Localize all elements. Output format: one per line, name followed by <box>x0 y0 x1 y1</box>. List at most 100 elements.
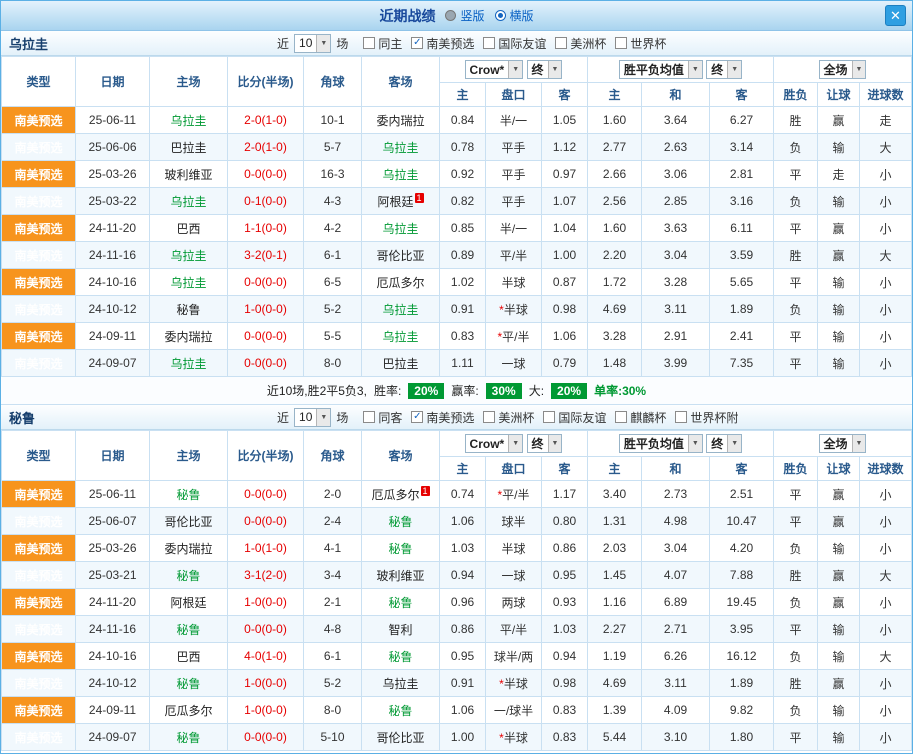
recent-count-select[interactable]: 10 ▼ <box>294 33 332 53</box>
europe-odds-time-select[interactable]: 终 ▼ <box>706 60 743 79</box>
match-type-cell: 南美预选 <box>1 615 76 643</box>
home-team-cell: 巴西 <box>149 642 228 670</box>
handicap-cell: 两球 <box>485 588 542 616</box>
competition-checkbox[interactable]: 同客 <box>363 409 402 426</box>
unchecked-checkbox-icon[interactable] <box>675 411 688 423</box>
unchecked-checkbox-icon[interactable] <box>483 411 496 423</box>
europe-odds-select[interactable]: 胜平负均值 ▼ <box>618 60 703 79</box>
home-team-cell: 秘鲁 <box>149 669 228 697</box>
competition-checkbox[interactable]: 同主 <box>363 35 402 52</box>
match-type-cell: 南美预选 <box>1 349 76 377</box>
recent-count-select[interactable]: 10 ▼ <box>294 407 332 427</box>
corner-cell: 8-0 <box>303 349 362 377</box>
checkbox-label: 同主 <box>378 36 403 51</box>
draw-odds-cell: 4.09 <box>641 696 711 724</box>
score-cell: 1-1(0-0) <box>227 214 304 242</box>
checkbox-label: 麒麟杯 <box>630 410 667 425</box>
result-cell: 负 <box>773 642 819 670</box>
asia-away-odds-cell: 0.97 <box>540 160 589 188</box>
bookmaker-select[interactable]: Crow* ▼ <box>464 434 524 454</box>
goals-result-cell: 小 <box>859 723 912 751</box>
checkbox-label: 国际友谊 <box>558 410 607 425</box>
chevron-down-icon: ▼ <box>316 34 331 52</box>
col-score: 比分(半场) <box>227 56 304 107</box>
competition-checkbox[interactable]: 国际友谊 <box>483 35 546 52</box>
match-type-cell: 南美预选 <box>1 534 76 562</box>
recent-count-value: 10 <box>299 36 313 50</box>
handicap-cell: *平/半 <box>485 480 542 508</box>
home-team-cell: 玻利维亚 <box>149 160 228 188</box>
result-cell: 平 <box>773 268 819 296</box>
summary-win-pct-badge: 20% <box>408 382 445 399</box>
competition-checkbox[interactable]: ✓ 南美预选 <box>411 35 474 52</box>
close-button[interactable]: ✕ <box>885 5 906 26</box>
result-cell: 胜 <box>773 106 819 134</box>
asia-home-odds-cell: 1.02 <box>439 268 486 296</box>
asian-odds-time-select[interactable]: 终 ▼ <box>526 433 563 453</box>
handicap-star: * <box>497 329 503 344</box>
match-row: 南美预选 24-09-11 委内瑞拉 0-0(0-0) 5-5 乌拉圭 0.83 *平/半 1.… <box>1 322 912 350</box>
asia-home-odds-cell: 1.06 <box>439 507 486 535</box>
match-type-cell: 南美预选 <box>1 160 76 188</box>
score-cell: 1-0(1-0) <box>227 534 304 562</box>
scope-select[interactable]: 全场 ▼ <box>818 60 867 79</box>
team-name: 乌拉圭 <box>170 275 207 290</box>
competition-checkbox[interactable]: 世界杯附 <box>675 409 738 426</box>
corner-cell: 4-8 <box>303 615 362 643</box>
draw-odds-cell: 3.63 <box>641 214 711 242</box>
draw-odds-cell: 3.11 <box>641 669 711 697</box>
scope-select[interactable]: 全场 ▼ <box>818 434 867 453</box>
home-team-cell: 乌拉圭 <box>149 187 228 215</box>
draw-odds-cell: 2.71 <box>641 615 711 643</box>
unchecked-checkbox-icon[interactable] <box>615 37 628 49</box>
asia-home-odds-cell: 0.94 <box>439 561 486 589</box>
chevron-down-icon: ▼ <box>851 435 866 452</box>
radio-unselected-icon[interactable] <box>445 10 457 21</box>
radio-selected-icon[interactable] <box>494 10 506 21</box>
competition-checkbox[interactable]: 麒麟杯 <box>615 409 666 426</box>
summary-big-pct-badge: 20% <box>551 382 588 399</box>
europe-odds-time-select[interactable]: 终 ▼ <box>706 434 743 453</box>
handicap-result-cell: 输 <box>817 696 861 724</box>
win-odds-cell: 1.39 <box>587 696 643 724</box>
draw-odds-cell: 2.85 <box>641 187 711 215</box>
unchecked-checkbox-icon[interactable] <box>543 411 556 423</box>
unchecked-checkbox-icon[interactable] <box>615 411 628 423</box>
competition-checkbox[interactable]: ✓ 南美预选 <box>411 409 474 426</box>
layout-horizontal-radio[interactable]: 横版 <box>494 7 534 24</box>
lose-odds-cell: 1.80 <box>709 723 775 751</box>
competition-checkbox[interactable]: 国际友谊 <box>543 409 606 426</box>
bookmaker-select[interactable]: Crow* ▼ <box>464 60 524 80</box>
win-odds-cell: 1.48 <box>587 349 643 377</box>
match-type-cell: 南美预选 <box>1 642 76 670</box>
checked-checkbox-icon[interactable]: ✓ <box>411 37 424 49</box>
score-cell: 3-2(0-1) <box>227 241 304 269</box>
competition-checkbox[interactable]: 美洲杯 <box>555 35 606 52</box>
europe-odds-select[interactable]: 胜平负均值 ▼ <box>618 434 703 453</box>
lose-odds-cell: 16.12 <box>709 642 775 670</box>
corner-cell: 4-3 <box>303 187 362 215</box>
asia-home-odds-cell: 0.74 <box>439 480 486 508</box>
match-type-cell: 南美预选 <box>1 507 76 535</box>
competition-checkbox[interactable]: 世界杯 <box>615 35 666 52</box>
layout-vertical-radio[interactable]: 竖版 <box>445 7 485 24</box>
scope-select-value: 全场 <box>823 63 848 77</box>
asian-odds-time-select[interactable]: 终 ▼ <box>526 59 563 79</box>
away-team-cell: 阿根廷 1 <box>361 187 440 215</box>
checked-checkbox-icon[interactable]: ✓ <box>411 411 424 423</box>
competition-checkbox[interactable]: 美洲杯 <box>483 409 534 426</box>
corner-cell: 6-5 <box>303 268 362 296</box>
team-name: 委内瑞拉 <box>164 541 213 556</box>
chevron-down-icon: ▼ <box>547 60 562 78</box>
unchecked-checkbox-icon[interactable] <box>363 37 376 49</box>
unchecked-checkbox-icon[interactable] <box>555 37 568 49</box>
win-odds-cell: 1.72 <box>587 268 643 296</box>
unchecked-checkbox-icon[interactable] <box>363 411 376 423</box>
summary-big-label: 大: <box>528 384 545 398</box>
lose-odds-cell: 3.16 <box>709 187 775 215</box>
home-team-cell: 厄瓜多尔 <box>149 696 228 724</box>
unchecked-checkbox-icon[interactable] <box>483 37 496 49</box>
asia-home-odds-cell: 0.84 <box>439 106 486 134</box>
col-corner: 角球 <box>303 430 362 481</box>
lose-odds-cell: 19.45 <box>709 588 775 616</box>
